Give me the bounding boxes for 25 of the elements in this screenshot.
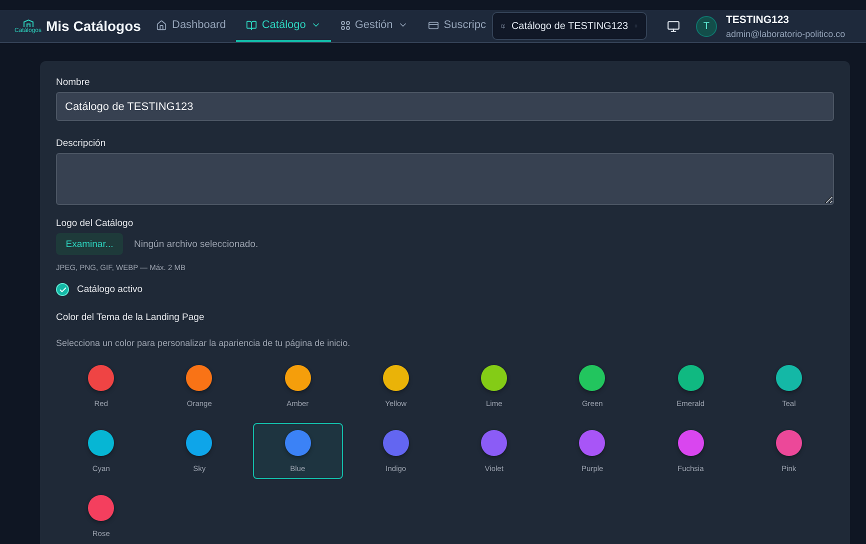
- user-email: admin@laboratorio-politico.co: [726, 28, 846, 38]
- app-title: Mis Catálogos: [46, 18, 141, 34]
- user-name: TESTING123: [726, 14, 790, 26]
- field-label: Logo del Catálogo: [56, 218, 134, 229]
- file-status: Ningún archivo seleccionado.: [134, 238, 258, 250]
- card-icon: [428, 20, 439, 30]
- book-icon: [500, 22, 506, 30]
- grid-icon: [340, 20, 350, 30]
- field-label: Descripción: [56, 138, 107, 149]
- description-field[interactable]: [56, 153, 834, 205]
- checkbox-label: Catálogo activo: [77, 284, 142, 295]
- active-checkbox[interactable]: [56, 283, 69, 296]
- nav-tab[interactable]: Catálogo: [236, 10, 331, 42]
- section-title: Color del Tema de la Landing Page: [56, 312, 204, 323]
- section-description: Selecciona un color para personalizar la apariencia de tu página de inicio.: [56, 338, 352, 348]
- check-icon: [58, 286, 66, 294]
- book-icon: [246, 20, 257, 30]
- field-label: Nombre: [56, 77, 91, 88]
- user-avatar[interactable]: T: [696, 16, 717, 36]
- name-field[interactable]: Catálogo de TESTING123: [56, 92, 834, 121]
- nav-tab[interactable]: Dashboard: [146, 10, 236, 42]
- browse-button[interactable]: Examinar...: [56, 233, 123, 255]
- nav-tab[interactable]: Gestión: [330, 10, 418, 42]
- catalog-selector[interactable]: Catálogo de TESTING123: [492, 12, 647, 40]
- home-icon: [156, 20, 167, 30]
